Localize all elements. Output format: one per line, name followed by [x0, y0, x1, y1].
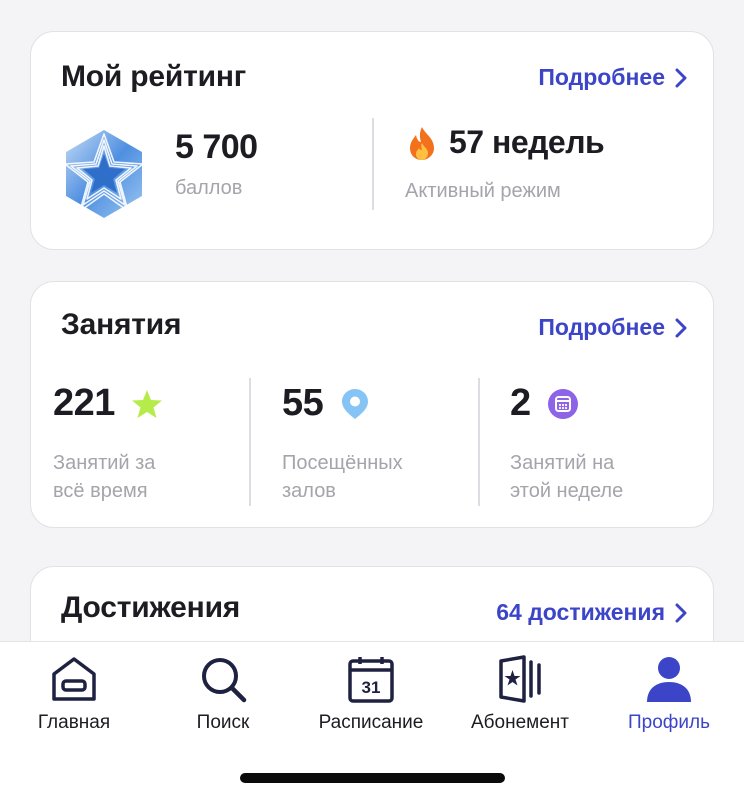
fire-icon [410, 127, 434, 160]
tab-search[interactable]: Поиск [148, 654, 298, 734]
stat-value: 55 [282, 382, 324, 424]
classes-more-label: Подробнее [538, 314, 665, 340]
points-value: 5 700 [175, 128, 258, 166]
stat-label-line1: Посещённых [282, 452, 403, 474]
membership-card-icon [495, 654, 545, 704]
classes-more-link[interactable]: Подробнее [538, 314, 687, 341]
stat-label-line2: этой неделе [510, 480, 624, 502]
star-icon [131, 388, 163, 420]
achievements-more-link[interactable]: 64 достижения [496, 599, 687, 626]
rating-more-link[interactable]: Подробнее [538, 64, 687, 91]
search-icon [198, 654, 248, 704]
tab-label: Профиль [627, 712, 711, 733]
profile-icon [644, 654, 694, 704]
classes-title: Занятия [61, 308, 182, 341]
divider [249, 378, 251, 506]
stat-label-line2: всё время [53, 480, 148, 502]
home-icon [49, 654, 99, 704]
tab-label: Расписание [318, 712, 424, 733]
tab-home[interactable]: Главная [0, 654, 149, 734]
rating-star-badge-icon [64, 130, 144, 218]
stat-week-classes: 2 Занятий на этой неделе [510, 382, 710, 505]
profile-screen: Мой рейтинг Подробнее 5 700 баллов 57 не… [0, 0, 744, 800]
chevron-right-icon [675, 318, 687, 337]
tab-profile[interactable]: Профиль [594, 654, 744, 734]
stat-label-line1: Занятий на [510, 452, 615, 474]
tab-label: Абонемент [470, 712, 569, 733]
tab-label: Главная [37, 712, 111, 733]
stat-value: 2 [510, 382, 531, 424]
tab-label: Поиск [196, 712, 250, 733]
achievements-count-label: 64 достижения [496, 599, 665, 625]
achievements-title: Достижения [61, 591, 241, 624]
divider [372, 118, 374, 210]
streak-label: Активный режим [405, 180, 561, 202]
classes-card: Занятия Подробнее 221 Занятий за всё вре… [30, 281, 714, 528]
rating-title: Мой рейтинг [61, 60, 247, 93]
points-label: баллов [175, 177, 243, 199]
tab-membership[interactable]: Абонемент [445, 654, 595, 734]
location-pin-icon [339, 388, 371, 420]
stat-label-line2: залов [282, 480, 336, 502]
divider [478, 378, 480, 506]
chevron-right-icon [675, 68, 687, 87]
home-indicator [240, 773, 505, 783]
calendar-icon: 31 [346, 654, 396, 704]
stat-visited-gyms: 55 Посещённых залов [282, 382, 482, 505]
calendar-day-number: 31 [362, 678, 381, 697]
rating-more-label: Подробнее [538, 64, 665, 90]
stat-value: 221 [53, 382, 115, 424]
calendar-icon [547, 388, 579, 420]
rating-card: Мой рейтинг Подробнее 5 700 баллов 57 не… [30, 31, 714, 250]
stat-total-classes: 221 Занятий за всё время [53, 382, 253, 505]
streak-value: 57 недель [449, 124, 605, 160]
tab-schedule[interactable]: 31 Расписание [296, 654, 446, 734]
stat-label-line1: Занятий за [53, 452, 156, 474]
chevron-right-icon [675, 603, 687, 622]
